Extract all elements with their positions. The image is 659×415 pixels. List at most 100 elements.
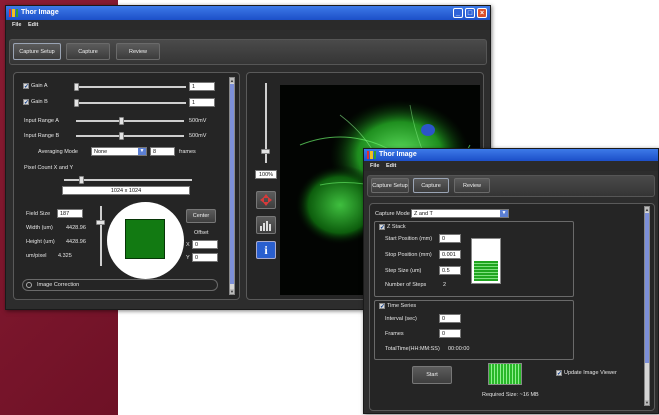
frames-label: frames bbox=[179, 149, 196, 155]
menu-edit[interactable]: Edit bbox=[28, 22, 38, 28]
stop-position-field[interactable]: 0.001 bbox=[439, 250, 461, 259]
z-stack-checkbox[interactable]: ✓ bbox=[379, 224, 385, 231]
window-title: Thor Image bbox=[21, 9, 59, 16]
move-arrows-button[interactable] bbox=[256, 191, 276, 209]
histogram-icon bbox=[260, 221, 271, 231]
center-button[interactable]: Center bbox=[186, 209, 216, 223]
interval-field[interactable]: 0 bbox=[439, 314, 461, 323]
gain-b-slider-thumb[interactable] bbox=[74, 99, 79, 107]
zoom-level[interactable]: 100% bbox=[255, 170, 277, 179]
capture-scrollbar-thumb[interactable] bbox=[645, 213, 649, 363]
gain-b-checkbox[interactable]: ✓ bbox=[23, 99, 29, 106]
averaging-mode-dropdown[interactable]: None ▼ bbox=[91, 147, 147, 156]
height-label: Height (um) bbox=[26, 239, 55, 245]
capture-tab-capture[interactable]: Capture bbox=[413, 178, 449, 193]
required-size-label: Required Size: ~16 MB bbox=[482, 392, 539, 398]
info-button[interactable]: i bbox=[256, 241, 276, 259]
input-range-b-label: Input Range B bbox=[24, 133, 60, 139]
field-size-slider-thumb[interactable] bbox=[96, 220, 105, 225]
frames-field[interactable]: 0 bbox=[439, 329, 461, 338]
start-button[interactable]: Start bbox=[412, 366, 452, 384]
capture-progress-indicator bbox=[488, 363, 522, 385]
image-correction-expander[interactable]: Image Correction bbox=[22, 279, 218, 291]
histogram-button[interactable] bbox=[256, 216, 276, 234]
move-arrows-icon bbox=[260, 194, 272, 206]
z-stack-preview bbox=[471, 238, 501, 284]
height-value: 4428.96 bbox=[66, 239, 86, 245]
menu-file[interactable]: File bbox=[12, 22, 21, 28]
title-bar: Thor Image _ □ × bbox=[6, 6, 490, 20]
averaging-mode-label: Averaging Mode bbox=[38, 149, 78, 155]
gain-b-field[interactable]: 1 bbox=[189, 98, 215, 107]
input-range-b-slider[interactable] bbox=[76, 135, 184, 137]
um-pixel-value: 4.325 bbox=[58, 253, 72, 259]
gain-b-slider[interactable] bbox=[74, 102, 186, 104]
pixel-count-label: Pixel Count X and Y bbox=[24, 165, 74, 171]
gain-b-label: Gain B bbox=[31, 99, 48, 105]
num-steps-label: Number of Steps bbox=[385, 282, 427, 288]
capture-tab-capture-setup[interactable]: Capture Setup bbox=[371, 178, 409, 193]
capture-window: Thor Image File Edit Capture Setup Captu… bbox=[363, 148, 659, 414]
settings-scrollbar[interactable]: ▲ ▼ bbox=[229, 77, 235, 295]
offset-x-label: X bbox=[186, 242, 190, 248]
capture-mode-chevron-icon: ▼ bbox=[500, 210, 508, 217]
time-series-checkbox[interactable]: ✓ bbox=[379, 303, 385, 310]
input-range-a-slider[interactable] bbox=[76, 120, 184, 122]
frames-field[interactable]: 8 bbox=[150, 147, 175, 156]
scroll-up-icon[interactable]: ▲ bbox=[230, 78, 234, 83]
capture-scroll-down-icon[interactable]: ▼ bbox=[645, 400, 649, 405]
gain-a-slider[interactable] bbox=[74, 86, 186, 88]
chevron-down-icon: ▼ bbox=[138, 148, 146, 155]
capture-menu-file[interactable]: File bbox=[370, 163, 379, 169]
capture-scrollbar[interactable]: ▲ ▼ bbox=[644, 206, 650, 406]
total-time-label: TotalTime(HH:MM:SS) bbox=[385, 346, 440, 352]
pixel-count-thumb[interactable] bbox=[79, 176, 84, 184]
field-size-label: Field Size bbox=[26, 211, 51, 217]
step-size-field[interactable]: 0.5 bbox=[439, 266, 461, 275]
minimize-button[interactable]: _ bbox=[453, 8, 463, 18]
menu-bar: File Edit bbox=[6, 20, 490, 30]
field-size-slider[interactable] bbox=[100, 206, 102, 266]
time-series-group: ✓ Time Series Interval (sec) 0 Frames 0 … bbox=[374, 300, 574, 360]
scan-area-square[interactable] bbox=[125, 219, 165, 259]
capture-menu-edit[interactable]: Edit bbox=[386, 163, 396, 169]
scroll-down-icon[interactable]: ▼ bbox=[230, 289, 234, 294]
interval-label: Interval (sec) bbox=[385, 316, 417, 322]
tab-review[interactable]: Review bbox=[116, 43, 160, 60]
app-logo-icon bbox=[9, 9, 18, 17]
offset-y-field[interactable]: 0 bbox=[192, 253, 218, 262]
scrollbar-thumb[interactable] bbox=[230, 84, 234, 284]
zoom-slider-thumb[interactable] bbox=[261, 149, 270, 154]
num-steps-value: 2 bbox=[443, 282, 447, 288]
capture-tab-toolbar: Capture Setup Capture Review bbox=[367, 175, 655, 197]
pixel-count-value: 1024 x 1024 bbox=[62, 186, 190, 195]
capture-window-title: Thor Image bbox=[379, 151, 417, 158]
tab-capture-setup[interactable]: Capture Setup bbox=[13, 43, 61, 60]
offset-label: Offset bbox=[194, 230, 209, 236]
gain-a-slider-thumb[interactable] bbox=[74, 83, 79, 91]
update-viewer-checkbox[interactable]: ✓ bbox=[556, 370, 562, 377]
close-button[interactable]: × bbox=[477, 8, 487, 18]
capture-mode-value: Z and T bbox=[414, 211, 433, 217]
averaging-mode-value: None bbox=[94, 149, 108, 155]
input-range-a-label: Input Range A bbox=[24, 118, 59, 124]
maximize-button[interactable]: □ bbox=[465, 8, 475, 18]
gain-a-field[interactable]: 1 bbox=[189, 82, 215, 91]
input-range-b-value: 500mV bbox=[189, 133, 207, 139]
tab-toolbar: Capture Setup Capture Review bbox=[9, 39, 487, 65]
gain-a-label: Gain A bbox=[31, 83, 48, 89]
stop-position-label: Stop Position (mm) bbox=[385, 252, 432, 258]
time-series-label: Time Series bbox=[387, 303, 417, 309]
input-range-a-thumb[interactable] bbox=[119, 117, 124, 125]
tab-capture[interactable]: Capture bbox=[66, 43, 110, 60]
capture-scroll-up-icon[interactable]: ▲ bbox=[645, 207, 649, 212]
input-range-b-thumb[interactable] bbox=[119, 132, 124, 140]
start-position-label: Start Position (mm) bbox=[385, 236, 433, 242]
offset-x-field[interactable]: 0 bbox=[192, 240, 218, 249]
field-size-field[interactable]: 187 bbox=[57, 209, 83, 218]
capture-app-logo-icon bbox=[367, 151, 376, 159]
gain-a-checkbox[interactable]: ✓ bbox=[23, 83, 29, 90]
capture-tab-review[interactable]: Review bbox=[454, 178, 490, 193]
start-position-field[interactable]: 0 bbox=[439, 234, 461, 243]
capture-mode-dropdown[interactable]: Z and T ▼ bbox=[411, 209, 509, 218]
